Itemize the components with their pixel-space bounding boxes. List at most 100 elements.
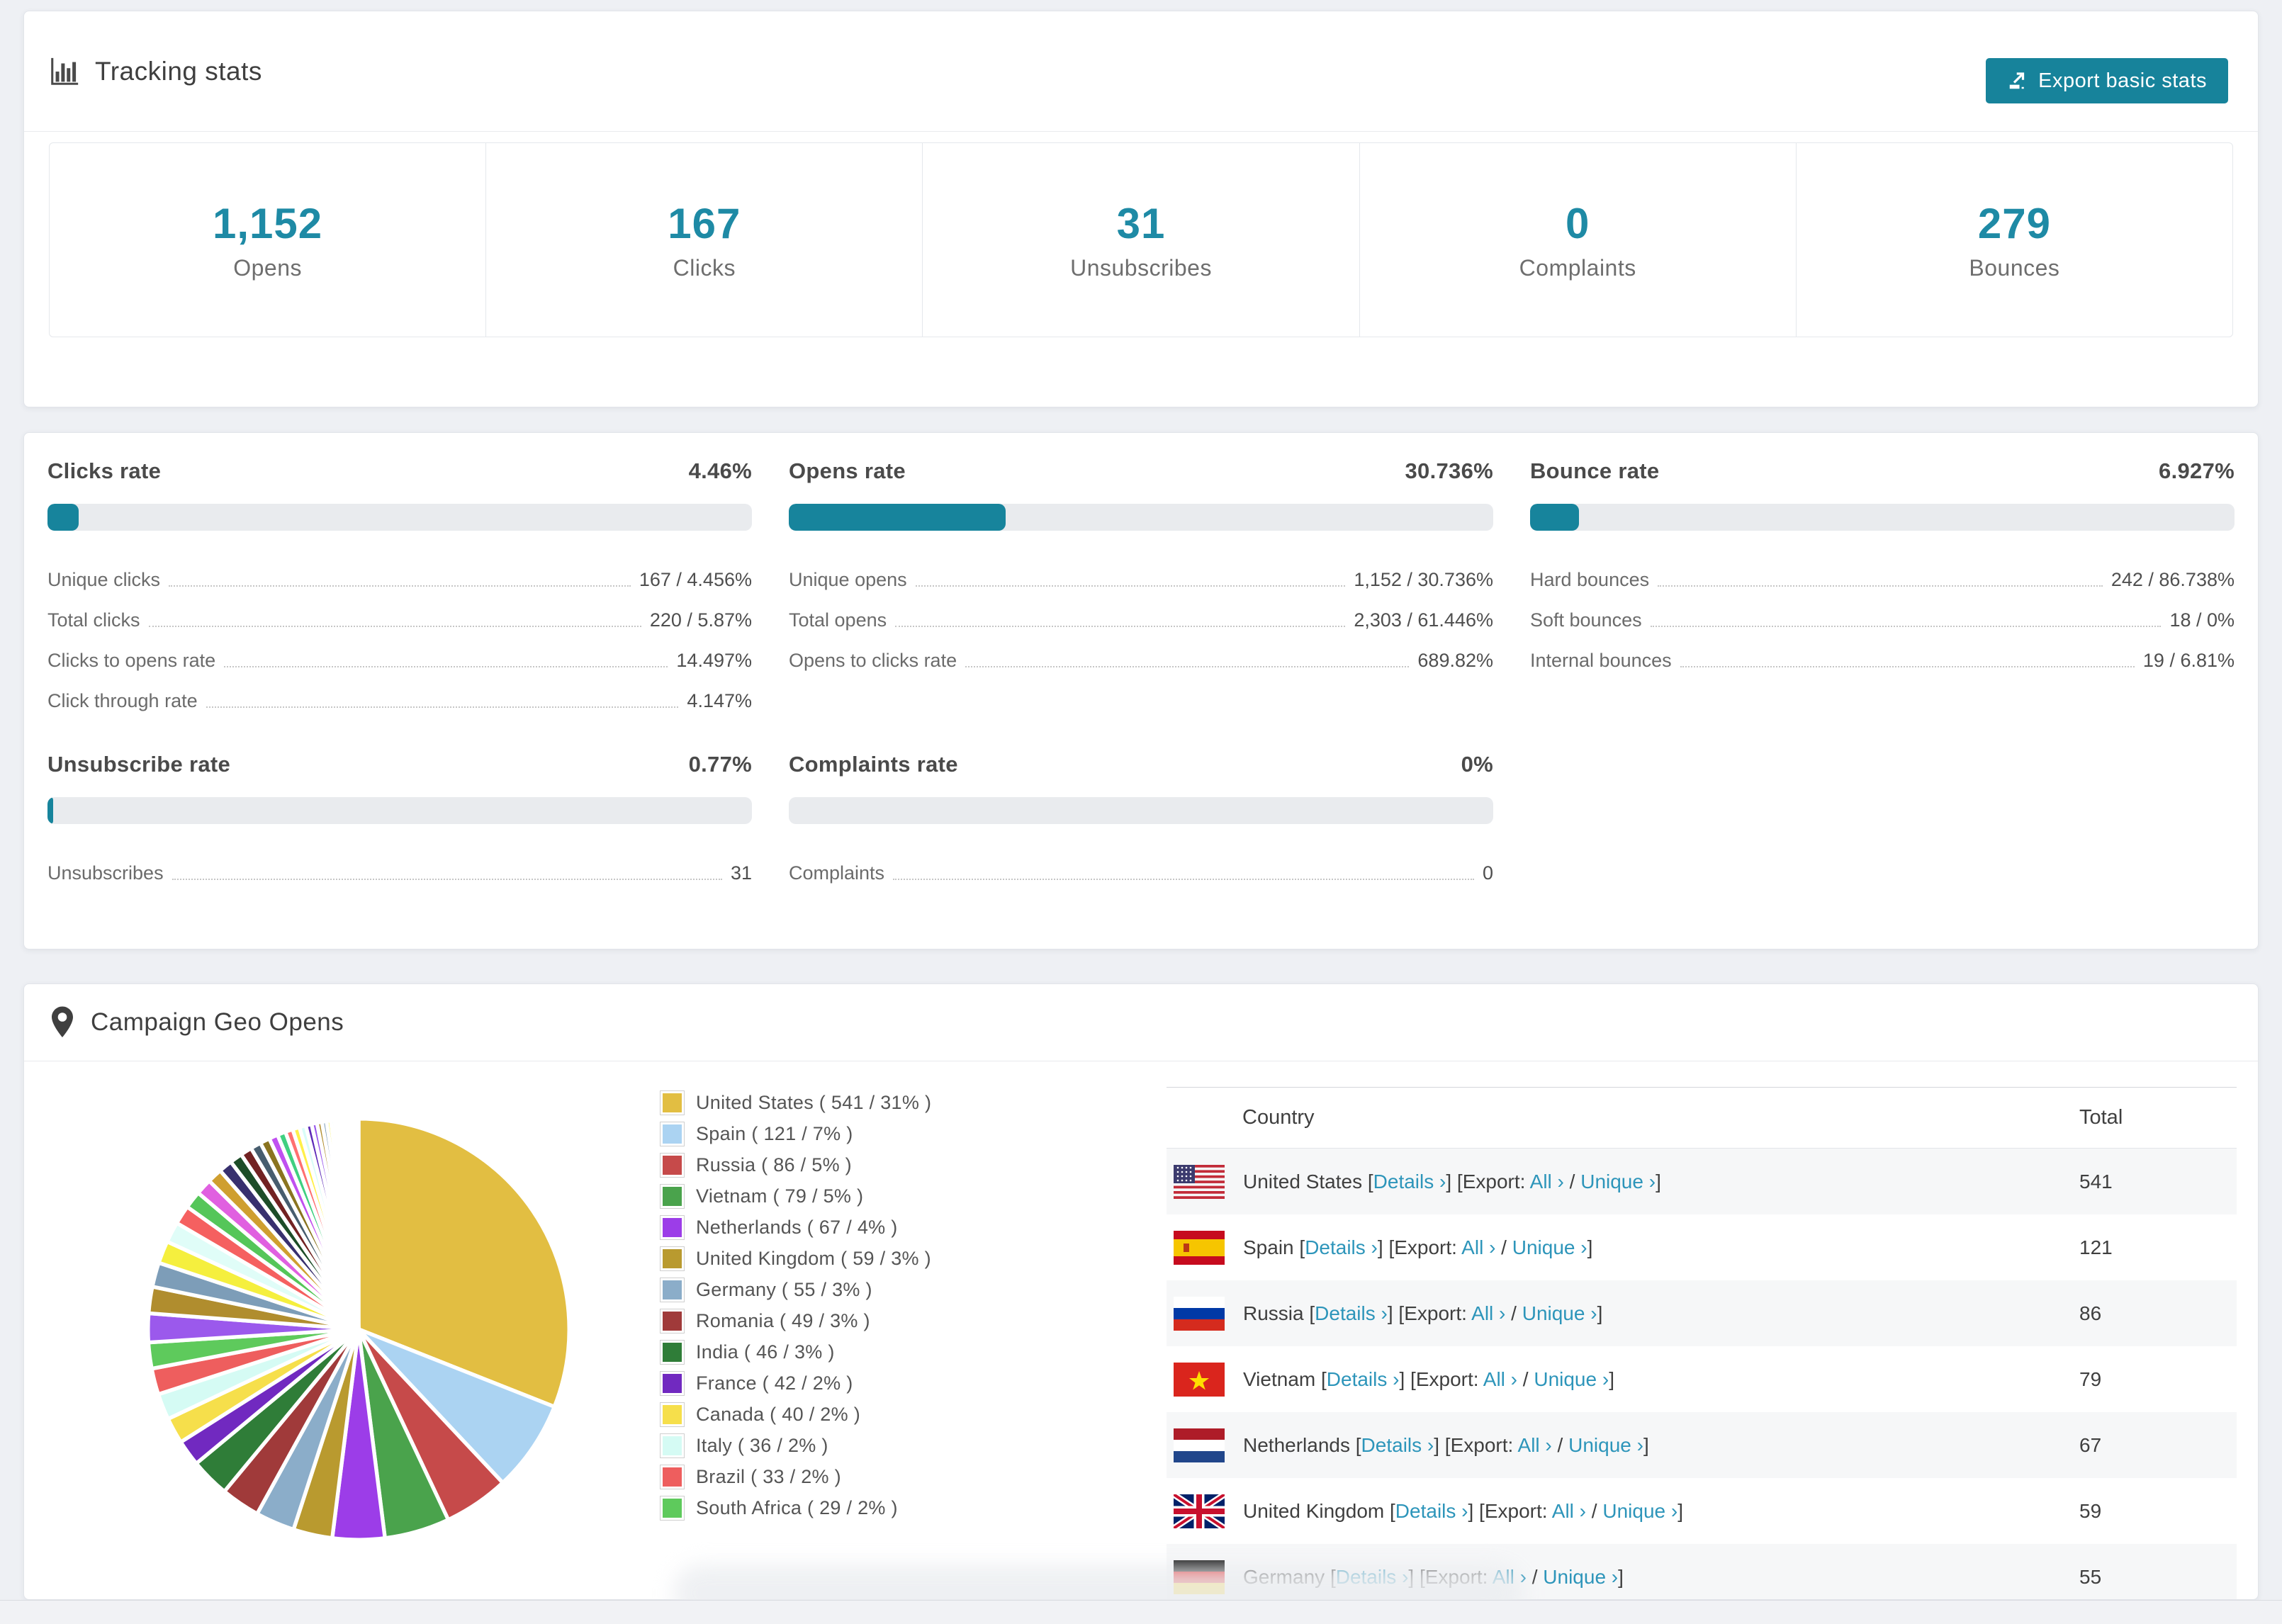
legend-label: Brazil ( 33 / 2% )	[696, 1466, 841, 1487]
progress-bar	[789, 797, 1493, 824]
legend-swatch	[660, 1371, 685, 1396]
stat-row: Internal bounces 19 / 6.81%	[1530, 636, 2235, 676]
flag-gb-icon	[1174, 1494, 1225, 1528]
geo-pie-chart[interactable]	[135, 1106, 582, 1552]
map-pin-icon	[52, 1006, 73, 1037]
dotted-leader	[1680, 666, 2135, 667]
legend-label: Netherlands ( 67 / 4% )	[696, 1217, 898, 1238]
legend-label: Spain ( 121 / 7% )	[696, 1123, 853, 1144]
unsubscribe-rate-panel: Unsubscribe rate 0.77% Unsubscribes 31	[47, 752, 752, 889]
total-column-header: Total	[2079, 1106, 2123, 1129]
legend-item: Vietnam ( 79 / 5% )	[660, 1184, 1113, 1209]
campaign-geo-opens-card: Campaign Geo Opens United States ( 541 /…	[23, 983, 2259, 1600]
stat-box-opens: 1,152 Opens	[50, 143, 485, 337]
details-link[interactable]: Details ›	[1315, 1302, 1388, 1324]
export-all-link[interactable]: All ›	[1530, 1171, 1564, 1192]
stat-row: Unique opens 1,152 / 30.736%	[789, 555, 1493, 595]
export-all-link[interactable]: All ›	[1483, 1368, 1517, 1390]
export-button-label: Export basic stats	[2038, 69, 2207, 92]
details-link[interactable]: Details ›	[1395, 1500, 1468, 1522]
dotted-leader	[1658, 585, 2103, 587]
details-link[interactable]: Details ›	[1361, 1434, 1434, 1456]
stat-row-label: Total clicks	[47, 609, 140, 631]
export-all-link[interactable]: All ›	[1471, 1302, 1505, 1324]
stat-box-clicks: 167 Clicks	[485, 143, 922, 337]
legend-label: United States ( 541 / 31% )	[696, 1092, 932, 1113]
country-cell: Russia [Details ›] [Export: All › / Uniq…	[1243, 1302, 1603, 1324]
country-cell: United States [Details ›] [Export: All ›…	[1243, 1170, 1661, 1192]
export-all-link[interactable]: All ›	[1552, 1500, 1586, 1522]
pie-legend: United States ( 541 / 31% ) Spain ( 121 …	[660, 1090, 1113, 1527]
export-unique-link[interactable]: Unique ›	[1512, 1236, 1587, 1258]
legend-item: France ( 42 / 2% )	[660, 1371, 1113, 1396]
legend-item: Russia ( 86 / 5% )	[660, 1153, 1113, 1178]
total-cell: 86	[2079, 1302, 2102, 1324]
export-unique-link[interactable]: Unique ›	[1534, 1368, 1609, 1390]
stat-row-value: 31	[730, 862, 752, 884]
geo-table-row: Russia [Details ›] [Export: All › / Uniq…	[1167, 1280, 2237, 1346]
export-icon	[2009, 72, 2025, 89]
dotted-leader	[224, 666, 668, 667]
legend-swatch	[660, 1496, 685, 1521]
export-unique-link[interactable]: Unique ›	[1580, 1171, 1656, 1192]
geo-opens-table: Country Total United States [Details ›] …	[1167, 1087, 2237, 1599]
details-link[interactable]: Details ›	[1305, 1236, 1378, 1258]
export-basic-stats-button[interactable]: Export basic stats	[1986, 58, 2228, 103]
export-unique-link[interactable]: Unique ›	[1602, 1500, 1677, 1522]
progress-bar	[789, 504, 1493, 531]
stat-row-label: Total opens	[789, 609, 887, 631]
legend-swatch	[660, 1309, 685, 1333]
total-cell: 59	[2079, 1499, 2102, 1522]
country-column-header: Country	[1242, 1106, 1315, 1129]
export-unique-link[interactable]: Unique ›	[1522, 1302, 1597, 1324]
stat-row-label: Unique opens	[789, 569, 907, 590]
legend-label: India ( 46 / 3% )	[696, 1341, 835, 1363]
stat-row-label: Unique clicks	[47, 569, 161, 590]
stat-label: Opens	[233, 254, 302, 281]
country-cell: Spain [Details ›] [Export: All › / Uniqu…	[1243, 1236, 1593, 1258]
legend-item: India ( 46 / 3% )	[660, 1340, 1113, 1365]
rates-card: Clicks rate 4.46% Unique clicks 167 / 4.4…	[23, 432, 2259, 949]
dotted-leader	[148, 626, 641, 627]
flag-us-icon	[1174, 1164, 1225, 1199]
pie-slice[interactable]	[354, 1117, 361, 1330]
total-cell: 121	[2079, 1236, 2113, 1258]
legend-label: Vietnam ( 79 / 5% )	[696, 1185, 864, 1207]
legend-label: Romania ( 49 / 3% )	[696, 1310, 870, 1331]
legend-swatch	[660, 1402, 685, 1427]
legend-item: Netherlands ( 67 / 4% )	[660, 1215, 1113, 1240]
dotted-leader	[965, 666, 1410, 667]
stat-row-label: Soft bounces	[1530, 609, 1642, 631]
stat-row-label: Opens to clicks rate	[789, 650, 957, 671]
stat-row-label: Complaints	[789, 862, 885, 884]
stat-row-label: Internal bounces	[1530, 650, 1672, 671]
legend-label: United Kingdom ( 59 / 3% )	[696, 1248, 931, 1269]
rate-value: 30.736%	[1405, 458, 1493, 483]
stat-row-value: 220 / 5.87%	[649, 609, 752, 631]
geo-table-row: United States [Details ›] [Export: All ›…	[1167, 1149, 2237, 1214]
rate-value: 4.46%	[688, 458, 752, 483]
details-link[interactable]: Details ›	[1373, 1171, 1446, 1192]
stat-row: Soft bounces 18 / 0%	[1530, 595, 2235, 636]
stat-row-value: 0	[1482, 862, 1493, 884]
rate-value: 6.927%	[2159, 458, 2235, 483]
rate-title: Unsubscribe rate	[47, 752, 231, 777]
details-link[interactable]: Details ›	[1327, 1368, 1400, 1390]
page-footer-background	[0, 1600, 2282, 1624]
dotted-leader	[893, 879, 1474, 880]
stat-row: Total opens 2,303 / 61.446%	[789, 595, 1493, 636]
legend-item: Germany ( 55 / 3% )	[660, 1278, 1113, 1302]
legend-item: Spain ( 121 / 7% )	[660, 1122, 1113, 1146]
stat-value: 279	[1977, 199, 2051, 247]
legend-item: Romania ( 49 / 3% )	[660, 1309, 1113, 1333]
legend-label: Germany ( 55 / 3% )	[696, 1279, 872, 1300]
stat-box-bounces: 279 Bounces	[1795, 143, 2232, 337]
export-unique-link[interactable]: Unique ›	[1568, 1434, 1643, 1456]
legend-swatch	[660, 1433, 685, 1458]
export-unique-link[interactable]: Unique ›	[1543, 1566, 1618, 1588]
legend-swatch	[660, 1278, 685, 1302]
export-all-link[interactable]: All ›	[1461, 1236, 1495, 1258]
export-all-link[interactable]: All ›	[1518, 1434, 1552, 1456]
complaints-rate-panel: Complaints rate 0% Complaints 0	[789, 752, 1493, 889]
dotted-leader	[895, 626, 1346, 627]
